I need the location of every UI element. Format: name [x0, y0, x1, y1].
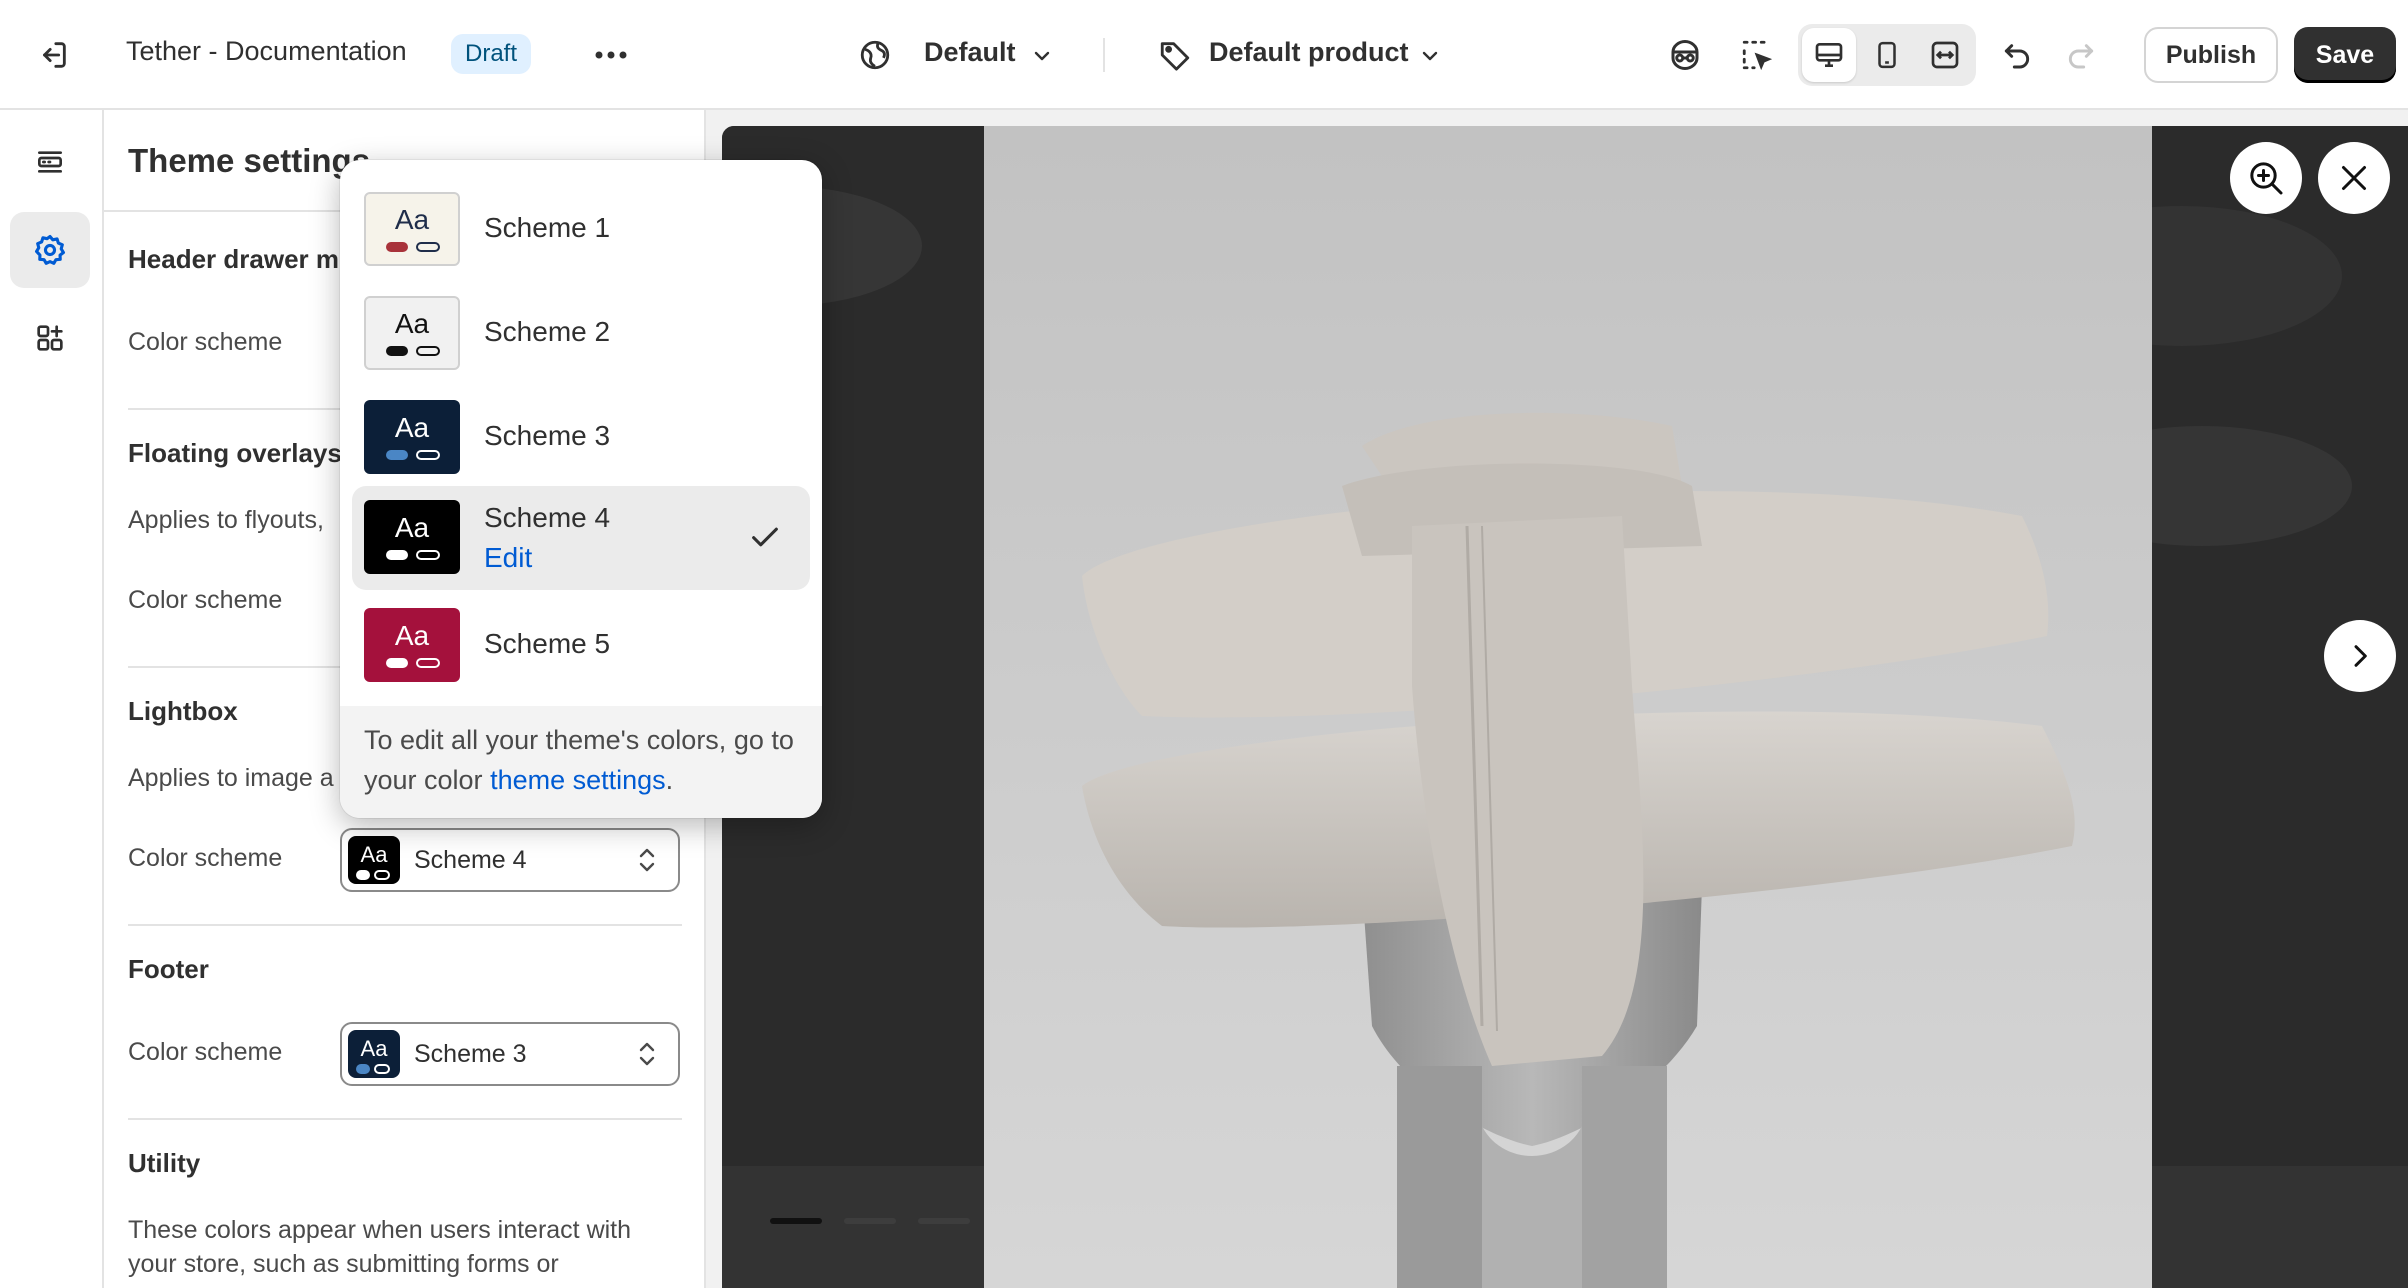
panel-title: Theme settings — [128, 142, 371, 179]
scheme-swatch: Aa — [348, 1030, 400, 1078]
scheme-swatch: Aa — [364, 192, 460, 266]
scheme-swatch: Aa — [364, 608, 460, 682]
lightbox-color-scheme-select[interactable]: Aa Scheme 4 — [340, 828, 680, 892]
select-arrows-icon — [639, 1042, 655, 1066]
scheme-option[interactable]: Aa Scheme 1 — [352, 178, 810, 282]
redo-icon — [2068, 44, 2094, 69]
more-actions-button[interactable] — [586, 30, 636, 80]
mobile-icon — [1878, 41, 1896, 69]
chevron-down-icon — [1034, 51, 1050, 61]
sections-icon — [38, 151, 62, 173]
divider — [1103, 38, 1105, 72]
gear-icon — [34, 234, 66, 265]
scheme-option-label: Scheme 4 — [484, 502, 611, 533]
inspector-icon — [1671, 39, 1699, 71]
utility-description-line1: These colors appear when users interact … — [128, 1216, 632, 1244]
scheme-swatch: Aa — [364, 400, 460, 474]
fullwidth-view-button[interactable] — [1918, 28, 1972, 82]
scheme-option[interactable]: Aa Scheme 5 — [352, 594, 810, 698]
theme-settings-button[interactable] — [10, 212, 90, 288]
color-scheme-label: Color scheme — [128, 586, 283, 614]
edit-scheme-link[interactable]: Edit — [484, 542, 532, 574]
select-value: Scheme 3 — [414, 1040, 527, 1068]
close-lightbox-button[interactable] — [2318, 142, 2390, 214]
divider — [128, 1118, 682, 1120]
select-value: Scheme 4 — [414, 846, 527, 874]
color-scheme-label: Color scheme — [128, 844, 283, 872]
theme-title: Tether - Documentation — [126, 36, 407, 66]
tag-icon — [1160, 42, 1190, 71]
apps-icon — [37, 325, 63, 351]
header-drawer-heading: Header drawer m — [128, 244, 339, 274]
scheme-option-label: Scheme 2 — [484, 316, 611, 347]
exit-icon — [43, 42, 66, 68]
dropdown-footer-text: To edit all your theme's colors, go to y… — [364, 725, 794, 795]
zoom-in-icon — [2250, 162, 2283, 195]
globe-icon — [860, 40, 890, 70]
select-element-icon — [1742, 40, 1773, 71]
apps-button[interactable] — [10, 300, 90, 376]
zoom-in-button[interactable] — [2230, 142, 2302, 214]
select-arrows-icon — [639, 848, 655, 872]
status-badge: Draft — [451, 34, 532, 74]
scheme-option[interactable]: Aa Scheme 4 Edit — [352, 486, 810, 590]
product-lightbox-image — [722, 126, 2408, 1288]
scheme-option-label: Scheme 5 — [484, 628, 611, 659]
mobile-view-button[interactable] — [1860, 28, 1914, 82]
desktop-view-button[interactable] — [1802, 28, 1856, 82]
top-bar: Tether - Documentation Draft Default Def… — [0, 0, 2408, 110]
desktop-icon — [1815, 42, 1843, 67]
publish-button[interactable]: Publish — [2144, 27, 2278, 83]
viewport-toggle — [1798, 24, 1976, 86]
footer-heading: Footer — [128, 954, 209, 984]
scheme-option-label: Scheme 3 — [484, 420, 611, 451]
dropdown-footer: To edit all your theme's colors, go to y… — [340, 706, 822, 818]
chevron-down-icon — [1422, 51, 1438, 61]
scheme-option[interactable]: Aa Scheme 2 — [352, 282, 810, 386]
theme-settings-link[interactable]: theme settings — [490, 765, 666, 795]
utility-heading: Utility — [128, 1148, 201, 1178]
lightbox-heading: Lightbox — [128, 696, 238, 726]
checkmark-icon — [752, 527, 778, 547]
inspector-button[interactable] — [1660, 30, 1710, 80]
store-preview[interactable]: s — [722, 126, 2408, 1288]
divider — [128, 924, 682, 926]
color-scheme-dropdown: Aa Scheme 1 Aa Scheme 2 Aa Scheme 3 Aa Scheme 4… — [340, 160, 822, 818]
undo-icon — [2004, 44, 2030, 69]
scheme-option[interactable]: Aa Scheme 3 — [352, 386, 810, 490]
floating-overlays-description: Applies to flyouts, — [128, 506, 324, 534]
sections-button[interactable] — [10, 124, 90, 200]
template-selector-label: Default product — [1209, 37, 1409, 67]
more-icon — [595, 51, 627, 59]
color-scheme-label: Color scheme — [128, 328, 283, 356]
template-selector[interactable]: Default product — [1150, 28, 1450, 82]
next-image-button[interactable] — [2324, 620, 2396, 692]
exit-button[interactable] — [28, 30, 78, 80]
scheme-swatch: Aa — [364, 296, 460, 370]
scheme-swatch: Aa — [348, 836, 400, 884]
fullwidth-icon — [1931, 41, 1959, 69]
floating-overlays-heading: Floating overlays — [128, 438, 342, 468]
select-element-button[interactable] — [1732, 30, 1782, 80]
color-scheme-label: Color scheme — [128, 1038, 283, 1066]
utility-description-line2: your store, such as submitting forms or — [128, 1250, 559, 1278]
lightbox-description: Applies to image a — [128, 764, 334, 792]
footer-color-scheme-select[interactable]: Aa Scheme 3 — [340, 1022, 680, 1086]
scheme-option-label: Scheme 1 — [484, 212, 611, 243]
save-button[interactable]: Save — [2294, 27, 2396, 83]
chevron-right-icon — [2354, 645, 2367, 667]
theme-selector[interactable]: Default — [850, 28, 1070, 82]
scheme-swatch: Aa — [364, 500, 460, 574]
close-icon — [2342, 166, 2366, 190]
undo-button[interactable] — [1992, 30, 2042, 80]
theme-selector-label: Default — [924, 37, 1016, 67]
redo-button[interactable] — [2056, 30, 2106, 80]
left-rail — [0, 110, 104, 1288]
